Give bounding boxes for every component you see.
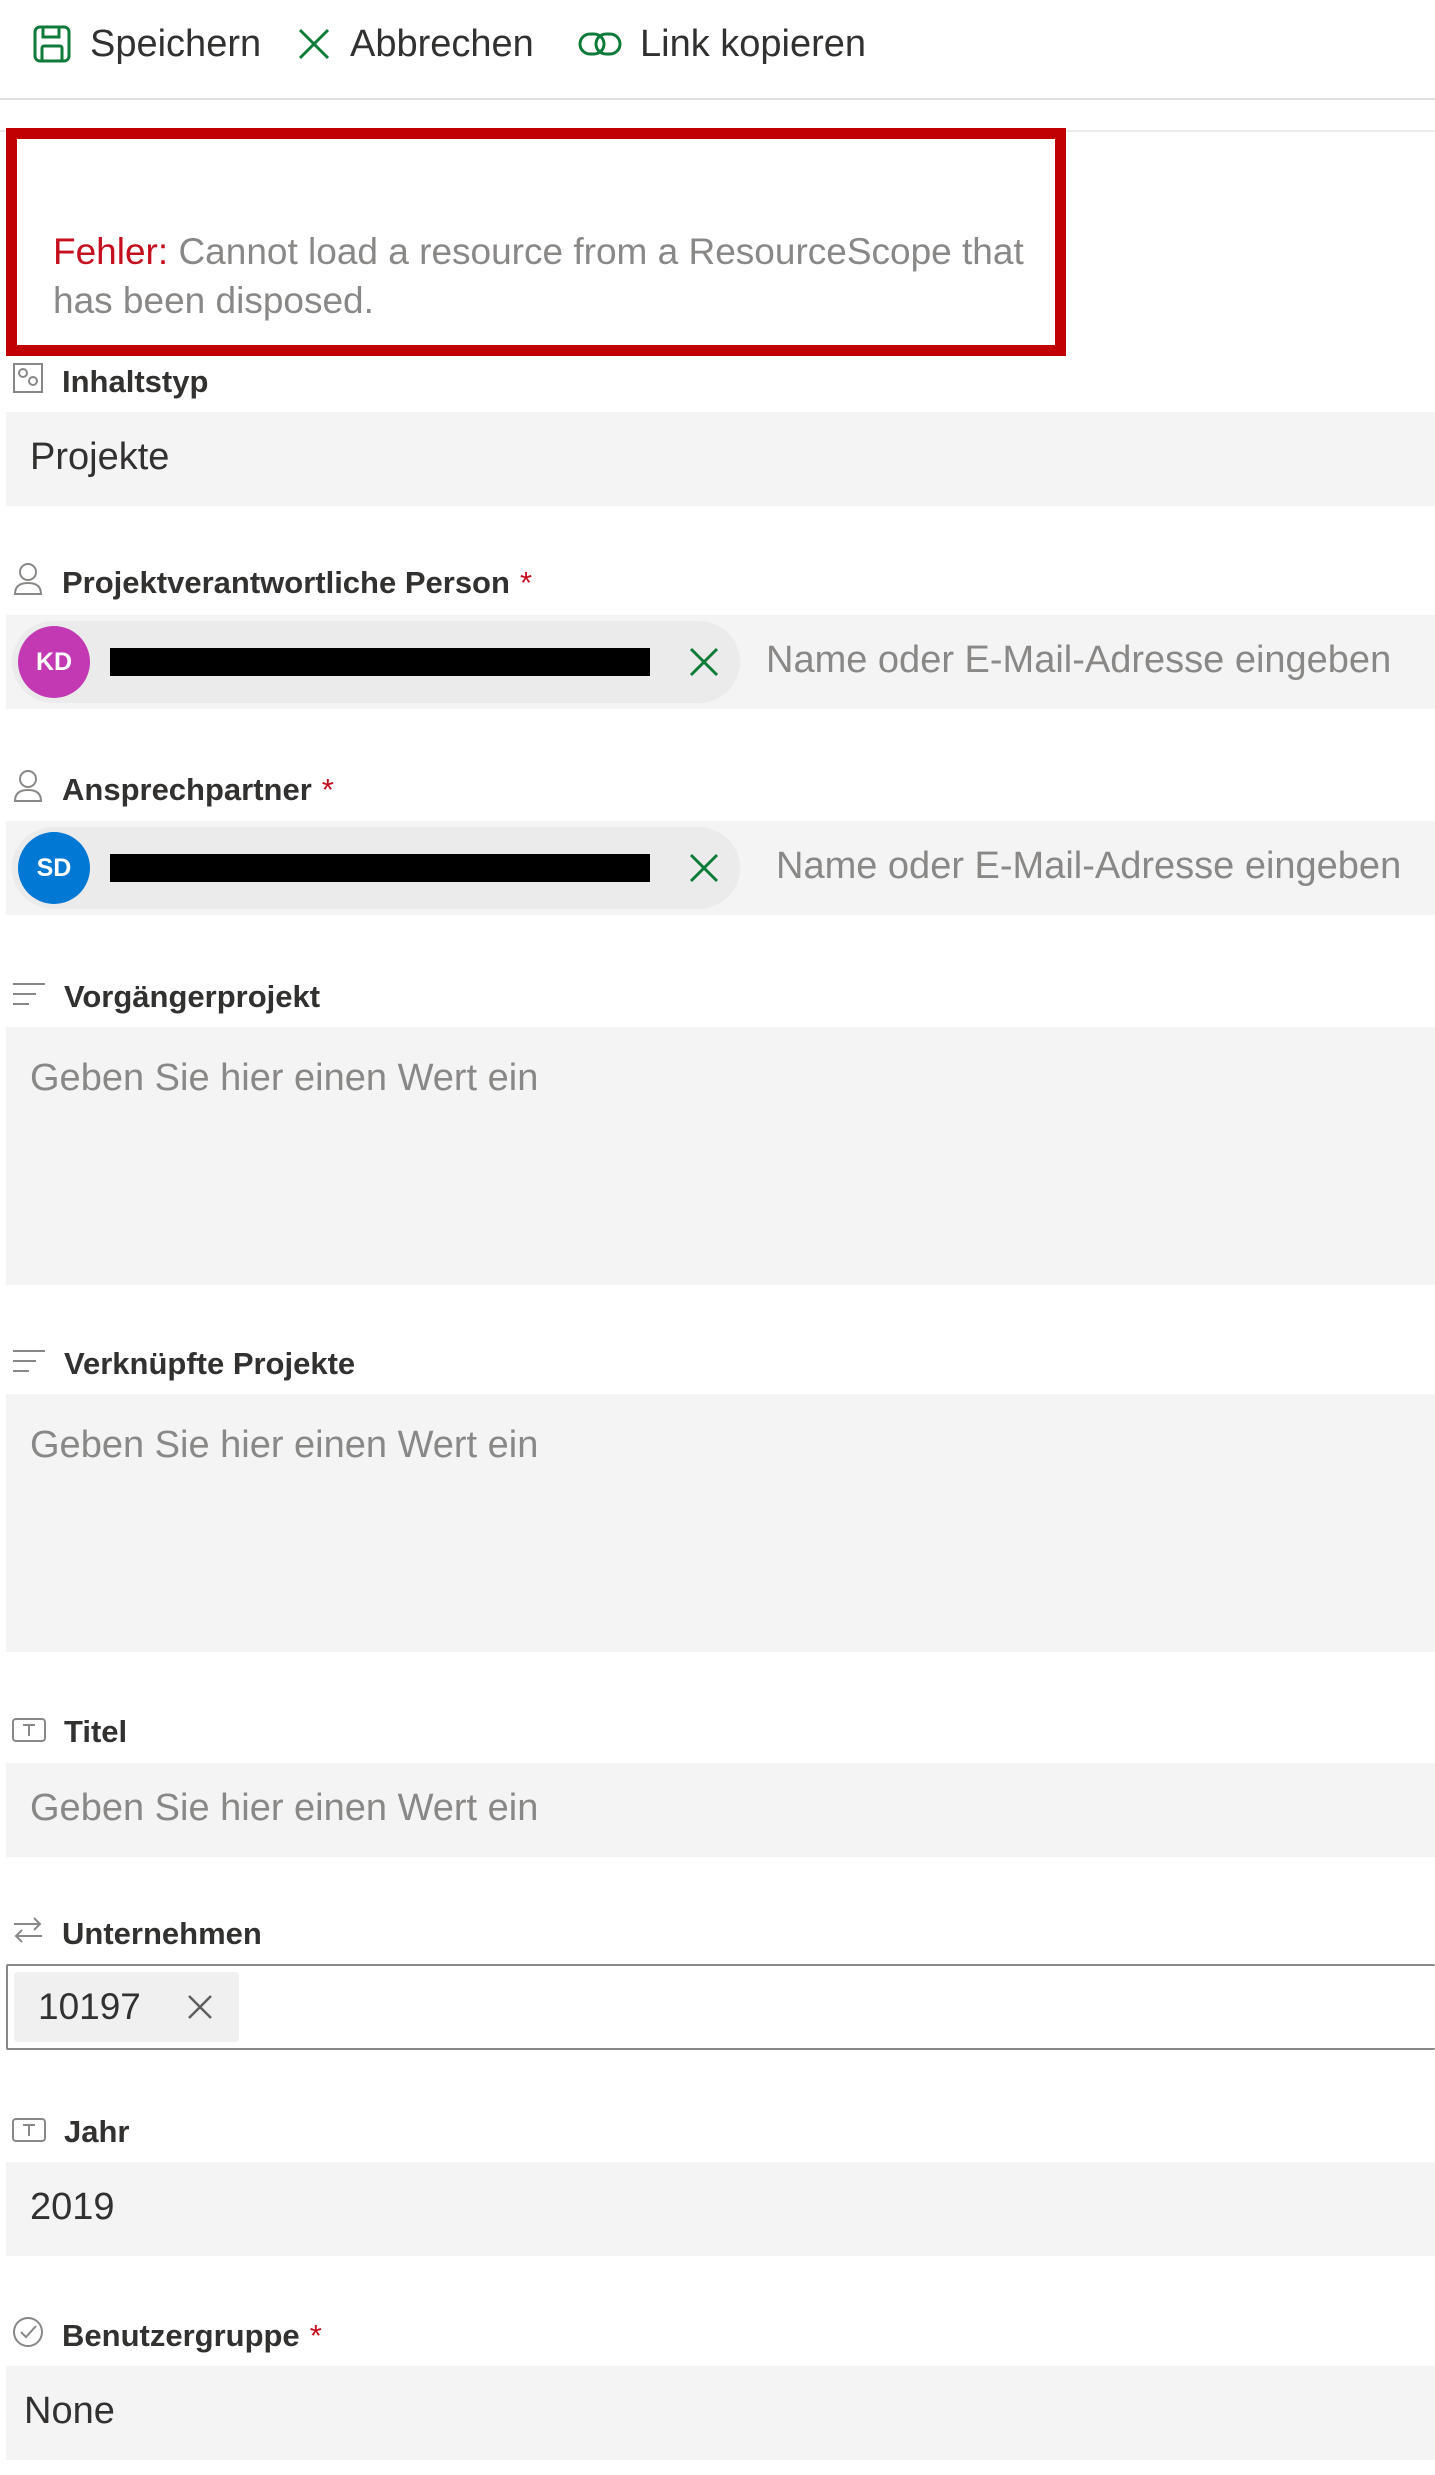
link-icon xyxy=(578,29,622,59)
field-label-project-owner: Projektverantwortliche Person * xyxy=(12,561,532,605)
error-text: Fehler: Cannot load a resource from a Re… xyxy=(53,227,1033,325)
year-value: 2019 xyxy=(30,2186,115,2228)
title-input[interactable]: Geben Sie hier einen Wert ein xyxy=(6,1763,1435,1857)
persona-chip[interactable]: SD xyxy=(12,827,740,909)
redacted-name xyxy=(110,854,650,882)
company-tag: 10197 xyxy=(14,1972,239,2042)
tag-text: 10197 xyxy=(38,1986,141,2027)
copy-link-label: Link kopieren xyxy=(640,22,867,65)
field-label-content-type: Inhaltstyp xyxy=(12,360,208,404)
label-text: Ansprechpartner xyxy=(62,772,312,807)
predecessor-project-textarea[interactable]: Geben Sie hier einen Wert ein xyxy=(6,1027,1435,1285)
remove-persona-icon[interactable] xyxy=(688,852,720,884)
cancel-button[interactable]: Abbrechen xyxy=(296,14,534,74)
copy-link-button[interactable]: Link kopieren xyxy=(578,14,866,74)
linked-projects-textarea[interactable]: Geben Sie hier einen Wert ein xyxy=(6,1394,1435,1652)
field-label-title: Titel xyxy=(12,1710,127,1754)
label-text: Vorgängerprojekt xyxy=(64,979,321,1014)
project-owner-picker[interactable]: KD Name oder E-Mail-Adresse eingeben xyxy=(6,615,1435,709)
contact-picker[interactable]: SD Name oder E-Mail-Adresse eingeben xyxy=(6,821,1435,915)
people-picker-input[interactable]: Name oder E-Mail-Adresse eingeben xyxy=(766,639,1391,682)
choice-icon xyxy=(12,2316,44,2356)
remove-tag-icon[interactable] xyxy=(187,1994,213,2020)
placeholder-text: Geben Sie hier einen Wert ein xyxy=(30,1424,539,1466)
field-label-user-group: Benutzergruppe * xyxy=(12,2314,322,2358)
label-text: Verknüpfte Projekte xyxy=(64,1346,356,1381)
label-text: Titel xyxy=(64,1714,128,1749)
label-text: Unternehmen xyxy=(62,1916,262,1951)
command-bar: Speichern Abbrechen Link kopieren xyxy=(0,0,1435,100)
label-text: Inhaltstyp xyxy=(62,364,209,399)
required-marker: * xyxy=(309,2318,322,2353)
error-message: Cannot load a resource from a ResourceSc… xyxy=(53,231,1024,321)
company-lookup-field[interactable]: 10197 xyxy=(6,1964,1435,2050)
multiline-text-icon xyxy=(12,979,46,1015)
avatar: SD xyxy=(18,832,90,904)
placeholder-text: Geben Sie hier einen Wert ein xyxy=(30,1787,539,1829)
required-marker: * xyxy=(519,565,533,600)
required-marker: * xyxy=(321,772,334,807)
person-icon xyxy=(12,769,44,811)
lookup-icon xyxy=(12,1915,44,1953)
persona-chip[interactable]: KD xyxy=(12,621,740,703)
multiline-text-icon xyxy=(12,1346,46,1382)
user-group-dropdown[interactable]: None xyxy=(6,2366,1435,2460)
error-label: Fehler: xyxy=(53,231,169,272)
avatar: KD xyxy=(18,626,90,698)
toolbar-divider xyxy=(0,98,1435,100)
content-type-icon xyxy=(12,362,44,402)
text-field-icon xyxy=(12,1714,46,1750)
content-type-field[interactable]: Projekte xyxy=(6,412,1435,506)
label-text: Jahr xyxy=(64,2114,130,2149)
label-text: Projektverantwortliche Person xyxy=(62,565,510,600)
field-label-linked-projects: Verknüpfte Projekte xyxy=(12,1342,355,1386)
label-text: Benutzergruppe xyxy=(62,2318,300,2353)
person-icon xyxy=(12,562,44,604)
save-icon xyxy=(32,24,72,64)
field-label-company: Unternehmen xyxy=(12,1912,262,1956)
save-button[interactable]: Speichern xyxy=(32,14,261,74)
cancel-label: Abbrechen xyxy=(350,22,534,65)
content-type-value: Projekte xyxy=(30,436,170,478)
field-label-year: Jahr xyxy=(12,2110,129,2154)
people-picker-input[interactable]: Name oder E-Mail-Adresse eingeben xyxy=(776,845,1401,888)
placeholder-text: Geben Sie hier einen Wert ein xyxy=(30,1057,539,1099)
text-field-icon xyxy=(12,2114,46,2150)
remove-persona-icon[interactable] xyxy=(688,646,720,678)
error-message-box: Fehler: Cannot load a resource from a Re… xyxy=(6,128,1066,356)
redacted-name xyxy=(110,648,650,676)
year-input[interactable]: 2019 xyxy=(6,2162,1435,2256)
field-label-predecessor-project: Vorgängerprojekt xyxy=(12,975,320,1019)
save-label: Speichern xyxy=(90,22,262,65)
close-icon xyxy=(296,26,332,62)
field-label-contact: Ansprechpartner * xyxy=(12,768,334,812)
user-group-value: None xyxy=(24,2390,115,2432)
